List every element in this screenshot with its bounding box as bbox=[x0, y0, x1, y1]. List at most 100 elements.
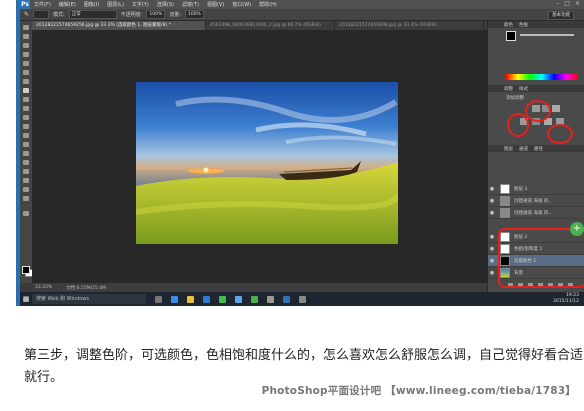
shape-tool-icon[interactable] bbox=[23, 178, 29, 183]
file-explorer-icon[interactable] bbox=[187, 295, 194, 303]
tab-document-1[interactable]: 20128221574659256.jpg @ 33.3% (选取颜色 1, 图… bbox=[32, 21, 206, 30]
crop-tool-icon[interactable] bbox=[23, 61, 29, 66]
tab-styles[interactable]: 样式 bbox=[519, 86, 528, 92]
tab-swatches[interactable]: 色板 bbox=[519, 22, 528, 28]
tab-layers[interactable]: 图层 bbox=[504, 146, 513, 152]
layer-row[interactable]: ● 图层 3 bbox=[488, 183, 584, 195]
brush-tool-icon[interactable] bbox=[23, 88, 29, 93]
annotation-circle-selective bbox=[547, 124, 573, 144]
adjustments-panel-tabs: 调整 样式 bbox=[488, 85, 584, 92]
eye-icon[interactable]: ● bbox=[488, 246, 496, 252]
annotation-circle-hue bbox=[507, 113, 529, 137]
tab-color[interactable]: 颜色 bbox=[504, 22, 513, 28]
menu-image[interactable]: 图像(I) bbox=[84, 1, 99, 8]
healing-tool-icon[interactable] bbox=[23, 79, 29, 84]
opacity-input[interactable]: 100% bbox=[146, 10, 166, 19]
brush-tool-icon[interactable]: ✎ bbox=[24, 11, 29, 18]
adjustments-title: 添加调整 bbox=[506, 96, 524, 101]
landscape-photo bbox=[136, 82, 398, 244]
menu-edit[interactable]: 编辑(E) bbox=[59, 1, 76, 8]
canvas-area[interactable] bbox=[32, 30, 487, 283]
layer-name: 创建通道 海滩 的... bbox=[514, 210, 553, 216]
stamp-tool-icon[interactable] bbox=[23, 97, 29, 102]
clock-date: 2015/11/12 bbox=[553, 299, 579, 304]
menu-help[interactable]: 帮助(H) bbox=[259, 1, 277, 8]
qq-icon[interactable] bbox=[235, 295, 242, 303]
hand-tool-icon[interactable] bbox=[23, 187, 29, 192]
menu-layer[interactable]: 图层(L) bbox=[107, 1, 124, 8]
layer-thumbnail bbox=[500, 183, 510, 194]
wechat-icon[interactable] bbox=[219, 295, 226, 303]
eye-icon[interactable]: ● bbox=[488, 210, 496, 216]
document-size: 文档:6.55M/25.4M bbox=[66, 285, 107, 291]
eye-icon[interactable]: ● bbox=[488, 186, 496, 192]
color-spectrum-bar[interactable] bbox=[506, 74, 578, 80]
windows-start-icon[interactable]: ▦ bbox=[20, 292, 32, 306]
photoshop-window: Ps 文件(F) 编辑(E) 图像(I) 图层(L) 文字(Y) 选择(S) 滤… bbox=[16, 0, 584, 306]
history-brush-tool-icon[interactable] bbox=[23, 106, 29, 111]
brush-size-picker[interactable] bbox=[33, 10, 50, 19]
blur-tool-icon[interactable] bbox=[23, 133, 29, 138]
maximize-icon[interactable]: □ bbox=[564, 0, 570, 7]
layer-row[interactable]: ● 创建通道 海滩 的... bbox=[488, 207, 584, 219]
layer-thumbnail bbox=[500, 195, 510, 206]
menu-view[interactable]: 视图(V) bbox=[207, 1, 224, 8]
quick-select-tool-icon[interactable] bbox=[23, 52, 29, 57]
taskbar-clock[interactable]: 19:23 2015/11/12 bbox=[553, 293, 579, 305]
gradient-adjust-icon[interactable] bbox=[552, 105, 560, 112]
eyedropper-tool-icon[interactable] bbox=[23, 70, 29, 75]
eye-icon[interactable]: ● bbox=[488, 198, 496, 204]
photoshop-logo: Ps bbox=[20, 0, 30, 9]
player-icon[interactable] bbox=[267, 295, 274, 303]
zoom-level[interactable]: 33.33% bbox=[35, 285, 52, 290]
move-tool-icon[interactable] bbox=[23, 25, 29, 30]
menu-bar: Ps 文件(F) 编辑(E) 图像(I) 图层(L) 文字(Y) 选择(S) 滤… bbox=[20, 0, 584, 9]
window-controls: – □ × bbox=[556, 0, 580, 7]
menu-select[interactable]: 选择(S) bbox=[157, 1, 174, 8]
eraser-tool-icon[interactable] bbox=[23, 115, 29, 120]
task-view-icon[interactable] bbox=[155, 295, 162, 303]
edit-mode-icon[interactable] bbox=[23, 211, 29, 216]
minimize-icon[interactable]: – bbox=[556, 0, 559, 7]
tab-document-3[interactable]: 20128221574659208.jpg @ 33.3% (RGB/8) bbox=[335, 21, 484, 30]
layer-name: 图层 3 bbox=[514, 186, 528, 192]
annotation-box-layers bbox=[498, 228, 584, 288]
lasso-tool-icon[interactable] bbox=[23, 43, 29, 48]
tab-paths[interactable]: 路径 bbox=[534, 146, 543, 152]
menu-filter[interactable]: 滤镜(T) bbox=[182, 1, 199, 8]
menu-file[interactable]: 文件(F) bbox=[34, 1, 51, 8]
taskbar-search[interactable]: 搜索 Web 和 Windows bbox=[32, 294, 146, 304]
menu-window[interactable]: 窗口(W) bbox=[232, 1, 251, 8]
options-bar: ✎ 模式: 正常 不透明度: 100% 流量: 100% 基本功能 bbox=[20, 9, 584, 21]
workspace-preset[interactable]: 基本功能 bbox=[548, 11, 574, 20]
status-bar: 33.33% 文档:6.55M/25.4M bbox=[32, 283, 487, 292]
pen-tool-icon[interactable] bbox=[23, 151, 29, 156]
layer-row[interactable]: ● 创建通道 海滩 的... bbox=[488, 195, 584, 207]
eye-icon[interactable]: ● bbox=[488, 270, 496, 276]
color-picker-swatch[interactable] bbox=[506, 31, 516, 41]
tab-document-2[interactable]: 4562498_080616813000_2.jpg @ 66.7% (RGB/… bbox=[206, 21, 335, 30]
landscape-image bbox=[136, 82, 398, 244]
dodge-tool-icon[interactable] bbox=[23, 142, 29, 147]
close-icon[interactable]: × bbox=[575, 0, 580, 7]
eye-icon[interactable]: ● bbox=[488, 258, 496, 264]
photoshop-taskbar-icon[interactable] bbox=[283, 295, 290, 303]
edge-icon[interactable] bbox=[171, 295, 178, 303]
tab-adjustments[interactable]: 调整 bbox=[504, 86, 513, 92]
browser-icon[interactable] bbox=[251, 295, 258, 303]
store-icon[interactable] bbox=[203, 295, 210, 303]
path-select-tool-icon[interactable] bbox=[23, 169, 29, 174]
menu-type[interactable]: 文字(Y) bbox=[132, 1, 149, 8]
settings-icon[interactable] bbox=[299, 295, 306, 303]
foreground-color-swatch[interactable] bbox=[22, 266, 30, 274]
flow-input[interactable]: 100% bbox=[184, 10, 204, 19]
tab-channels[interactable]: 通道 bbox=[519, 146, 528, 152]
type-tool-icon[interactable] bbox=[23, 160, 29, 165]
color-slider[interactable] bbox=[520, 34, 574, 36]
expand-icon[interactable]: + bbox=[570, 222, 584, 236]
zoom-tool-icon[interactable] bbox=[23, 196, 29, 201]
eye-icon[interactable]: ● bbox=[488, 234, 496, 240]
mode-select[interactable]: 正常 bbox=[68, 10, 117, 19]
marquee-tool-icon[interactable] bbox=[23, 34, 29, 39]
gradient-tool-icon[interactable] bbox=[23, 124, 29, 129]
